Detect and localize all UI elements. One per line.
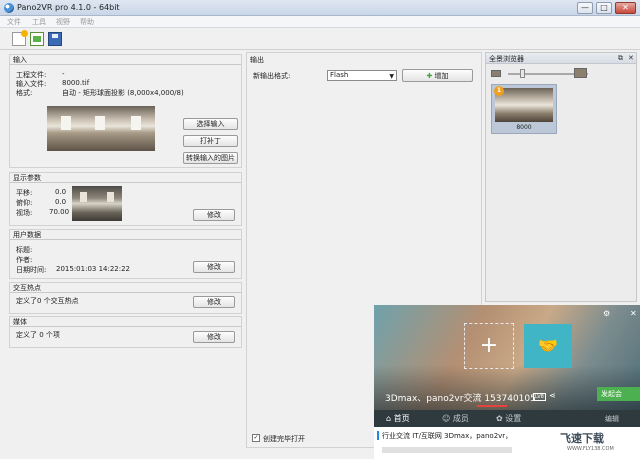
float-panel-icon[interactable]: ⧉ xyxy=(618,54,623,63)
menu-view[interactable]: 视野 xyxy=(56,17,70,27)
plus-icon: ✚ xyxy=(426,71,433,80)
menu-tools[interactable]: 工具 xyxy=(32,17,46,27)
user-data-panel: 用户数据 标题: 作者: 日期时间: 2015:01:03 14:22:22 修… xyxy=(9,229,242,279)
datetime-value: 2015:01:03 14:22:22 xyxy=(56,265,131,273)
media-summary: 定义了 0 个项 xyxy=(16,331,60,339)
select-input-button[interactable]: 选择输入 xyxy=(183,118,238,130)
input-file-value: 8000.tif xyxy=(62,79,90,87)
title-field-label: 标题: xyxy=(16,246,33,254)
placeholder-line xyxy=(382,447,512,453)
menu-bar: 文件 工具 视野 帮助 xyxy=(0,16,640,28)
menu-file[interactable]: 文件 xyxy=(7,17,21,27)
output-panel-title: 输出 xyxy=(250,56,264,64)
nav-edit[interactable]: 编辑 xyxy=(605,414,619,424)
close-video-icon[interactable]: ✕ xyxy=(630,309,637,318)
hotspot-summary: 定义了0 个交互热点 xyxy=(16,297,79,305)
pan-label: 平移: xyxy=(16,189,33,197)
watermark-url: WWW.FLY138.COM xyxy=(567,446,614,452)
tilt-value: 0.0 xyxy=(55,198,67,206)
project-file-value: - xyxy=(62,70,65,78)
nav-settings[interactable]: ✿ 设置 xyxy=(496,413,521,424)
media-modify-button[interactable]: 修改 xyxy=(193,331,235,343)
window-title: Pano2VR pro 4.1.0 - 64bit xyxy=(17,3,120,12)
tilt-label: 俯仰: xyxy=(16,199,33,207)
input-panel: 输入 工程文件: - 输入文件: 8000.tif 格式: 自动 - 矩形球面投… xyxy=(9,54,242,168)
gear-icon[interactable]: ⚙ xyxy=(603,309,610,318)
output-format-selected: Flash xyxy=(330,71,349,79)
browser-header: 全景浏览器 ⧉ ✕ xyxy=(486,53,636,64)
divider xyxy=(10,182,241,183)
open-after-checkbox[interactable]: ✓ xyxy=(252,434,260,442)
title-bar: Pano2VR pro 4.1.0 - 64bit — □ ✕ xyxy=(0,0,640,16)
share-icon[interactable]: ⋖ xyxy=(549,391,556,400)
progress-underline xyxy=(477,405,507,407)
format-label: 格式: xyxy=(16,89,33,97)
app-logo-icon xyxy=(4,3,14,13)
divider xyxy=(10,326,241,327)
small-thumbnail-icon xyxy=(491,70,501,77)
fov-label: 视场: xyxy=(16,209,33,217)
add-box[interactable]: + xyxy=(464,323,514,369)
divider xyxy=(10,64,241,65)
open-after-label: 创建完毕打开 xyxy=(263,435,305,443)
display-params-panel: 显示参数 平移: 0.0 俯仰: 0.0 视场: 70.00 修改 xyxy=(9,172,242,226)
watermark-logo: 飞速下载 xyxy=(560,432,604,445)
nav-members-label: 成员 xyxy=(452,414,469,423)
datetime-label: 日期时间: xyxy=(16,266,47,274)
close-panel-icon[interactable]: ✕ xyxy=(628,54,634,62)
output-format-label: 新输出格式: xyxy=(253,72,291,80)
plus-icon: + xyxy=(479,333,499,358)
hotspot-panel: 交互热点 定义了0 个交互热点 修改 xyxy=(9,282,242,314)
open-project-icon[interactable] xyxy=(30,32,44,46)
output-format-select[interactable]: Flash ▼ xyxy=(327,70,397,81)
accent-bar xyxy=(377,431,379,440)
slider-handle[interactable] xyxy=(520,69,525,78)
nav-members[interactable]: ☺ 成员 xyxy=(442,413,469,424)
author-field-label: 作者: xyxy=(16,256,33,264)
nav-home-label: 首页 xyxy=(393,414,410,423)
media-panel: 媒体 定义了 0 个项 修改 xyxy=(9,316,242,348)
item-badge: 1 xyxy=(494,86,504,96)
start-meeting-button[interactable]: 发起会 xyxy=(597,387,640,401)
level-badge: LV8 xyxy=(533,393,546,401)
panorama-item[interactable]: 1 8000 xyxy=(491,84,557,134)
group-nav: ⌂ 首页 ☺ 成员 ✿ 设置 编辑 xyxy=(374,410,640,427)
patch-button[interactable]: 打补丁 xyxy=(183,135,238,147)
add-output-button[interactable]: ✚ 增加 xyxy=(402,69,473,82)
divider xyxy=(10,239,241,240)
nav-settings-label: 设置 xyxy=(505,414,522,423)
add-output-label: 增加 xyxy=(434,71,449,80)
menu-help[interactable]: 帮助 xyxy=(80,17,94,27)
convert-input-button[interactable]: 转换输入的图片 xyxy=(183,152,238,164)
new-project-icon[interactable] xyxy=(12,30,28,46)
handshake-tile: 🤝 xyxy=(524,324,572,368)
hotspot-modify-button[interactable]: 修改 xyxy=(193,296,235,308)
group-tags: 行业交流 IT/互联网 3Dmax，pano2vr， xyxy=(382,432,513,440)
maximize-button[interactable]: □ xyxy=(596,2,612,14)
minimize-button[interactable]: — xyxy=(577,2,593,14)
browser-title: 全景浏览器 xyxy=(489,55,524,63)
panorama-item-thumbnail xyxy=(495,88,553,122)
pan-value: 0.0 xyxy=(55,188,67,196)
display-modify-button[interactable]: 修改 xyxy=(193,209,235,221)
save-project-icon[interactable] xyxy=(48,32,62,46)
chevron-down-icon: ▼ xyxy=(389,73,394,80)
format-value: 自动 - 矩形球面投影 (8,000x4,000/8) xyxy=(62,89,184,97)
fov-value: 70.00 xyxy=(49,208,70,216)
handshake-icon: 🤝 xyxy=(538,336,558,355)
user-data-modify-button[interactable]: 修改 xyxy=(193,261,235,273)
close-button[interactable]: ✕ xyxy=(615,2,636,14)
site-watermark: 飞速下载 WWW.FLY138.COM xyxy=(560,430,640,459)
view-preview xyxy=(72,186,122,221)
panorama-browser-panel: 全景浏览器 ⧉ ✕ 1 8000 xyxy=(485,52,637,302)
toolbar xyxy=(0,28,640,50)
large-thumbnail-icon xyxy=(574,68,587,78)
group-title: 3Dmax、pano2vr交流 153740105 xyxy=(385,394,536,404)
input-panorama-preview xyxy=(47,106,155,151)
divider xyxy=(10,292,241,293)
nav-home[interactable]: ⌂ 首页 xyxy=(386,413,410,424)
panorama-item-label: 8000 xyxy=(516,124,532,131)
